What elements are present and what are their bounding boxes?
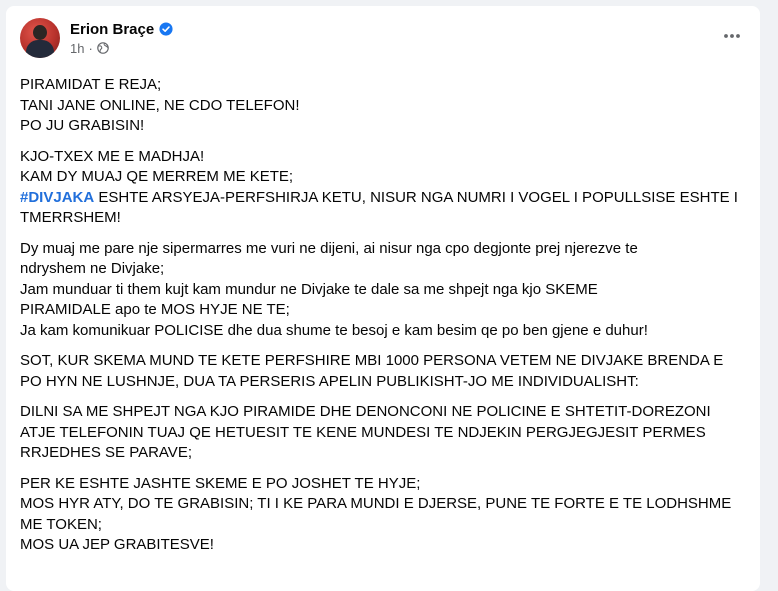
post-paragraph: Dy muaj me pare nje sipermarres me vuri … bbox=[20, 239, 744, 342]
text-line: ESHTE ARSYEJA-PERFSHIRJA KETU, NISUR NGA… bbox=[94, 188, 738, 206]
avatar-head bbox=[33, 25, 47, 40]
post-time[interactable]: 1h bbox=[70, 41, 84, 56]
text-line: Dy muaj me pare nje sipermarres me vuri … bbox=[20, 239, 638, 257]
text-line: ndryshem ne Divjake; bbox=[20, 260, 165, 277]
text-line: Ja kam komunikuar POLICISE dhe dua shume… bbox=[20, 321, 648, 339]
text-line: TANI JANE ONLINE, NE CDO TELEFON! bbox=[20, 96, 300, 114]
post-paragraph: SOT, KUR SKEMA MUND TE KETE PERFSHIRE MB… bbox=[20, 351, 744, 392]
text-line: PO HYN NE LUSHNJE, DUA TA PERSERIS APELI… bbox=[20, 372, 639, 390]
more-options-button[interactable] bbox=[718, 24, 746, 48]
post-meta: Erion Braçe 1h · bbox=[70, 21, 173, 56]
author-row: Erion Braçe bbox=[70, 21, 173, 38]
author-name[interactable]: Erion Braçe bbox=[70, 21, 154, 38]
text-line: ME TOKEN; bbox=[20, 515, 102, 533]
hashtag-line: #DIVJAKA ESHTE ARSYEJA-PERFSHIRJA KETU, … bbox=[20, 188, 744, 209]
time-separator: · bbox=[88, 40, 93, 56]
avatar[interactable] bbox=[20, 18, 60, 58]
text-line: PIRAMIDALE apo te MOS HYJE NE TE; bbox=[20, 301, 290, 318]
text-line: KAM DY MUAJ QE MERREM ME KETE; bbox=[20, 168, 294, 185]
post-card: Erion Braçe 1h · PIRAMIDAT E REJA; TANI … bbox=[6, 6, 760, 591]
text-line: PO JU GRABISIN! bbox=[20, 117, 145, 134]
post-content: PIRAMIDAT E REJA; TANI JANE ONLINE, NE C… bbox=[20, 75, 744, 566]
text-line: KJO-TXEX ME E MADHJA! bbox=[20, 147, 205, 165]
post-paragraph: PER KE ESHTE JASHTE SKEME E PO JOSHET TE… bbox=[20, 474, 744, 556]
more-options-icon bbox=[724, 34, 740, 38]
avatar-body bbox=[26, 40, 54, 58]
text-line: PIRAMIDAT E REJA; bbox=[20, 76, 162, 93]
post-subtitle: 1h · bbox=[70, 41, 173, 56]
text-line: SOT, KUR SKEMA MUND TE KETE PERFSHIRE MB… bbox=[20, 352, 724, 369]
text-line: Jam munduar ti them kujt kam mundur ne D… bbox=[20, 280, 598, 298]
verified-badge-icon bbox=[159, 22, 173, 36]
post-paragraph: KJO-TXEX ME E MADHJA! KAM DY MUAJ QE MER… bbox=[20, 147, 744, 229]
hashtag-link[interactable]: #DIVJAKA bbox=[20, 189, 94, 206]
post-paragraph: PIRAMIDAT E REJA; TANI JANE ONLINE, NE C… bbox=[20, 75, 744, 137]
globe-icon[interactable] bbox=[97, 42, 109, 54]
text-line: MOS HYR ATY, DO TE GRABISIN; TI I KE PAR… bbox=[20, 495, 732, 512]
text-line: DILNI SA ME SHPEJT NGA KJO PIRAMIDE DHE … bbox=[20, 403, 711, 420]
post-header: Erion Braçe 1h · bbox=[20, 16, 173, 60]
text-line: PER KE ESHTE JASHTE SKEME E PO JOSHET TE… bbox=[20, 474, 421, 492]
text-line: MOS UA JEP GRABITESVE! bbox=[20, 536, 214, 553]
text-line: TMERRSHEM! bbox=[20, 209, 121, 226]
text-line: RRJEDHES SE PARAVE; bbox=[20, 444, 192, 461]
post-paragraph: DILNI SA ME SHPEJT NGA KJO PIRAMIDE DHE … bbox=[20, 402, 744, 464]
text-line: ATJE TELEFONIN TUAJ QE HETUESIT TE KENE … bbox=[20, 423, 706, 441]
